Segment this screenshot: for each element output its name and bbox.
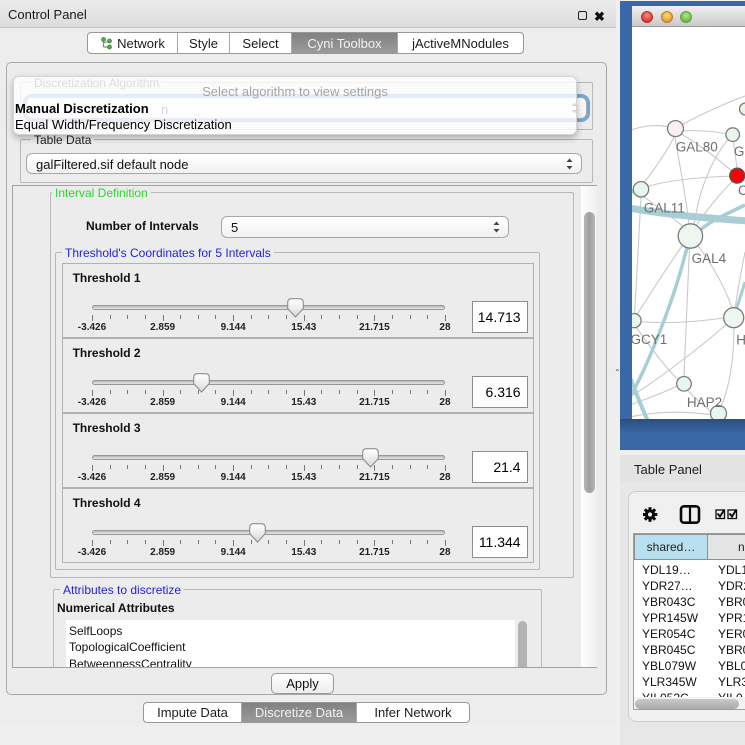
svg-text:C: C: [738, 183, 745, 198]
svg-text:GAL11: GAL11: [644, 201, 685, 216]
svg-text:H: H: [736, 333, 745, 348]
svg-text:GAL80: GAL80: [676, 140, 718, 155]
svg-text:HAP2: HAP2: [687, 395, 722, 410]
svg-text:G.: G.: [734, 144, 745, 159]
svg-text:GCY1: GCY1: [632, 332, 667, 347]
svg-text:GAL4: GAL4: [692, 251, 727, 266]
